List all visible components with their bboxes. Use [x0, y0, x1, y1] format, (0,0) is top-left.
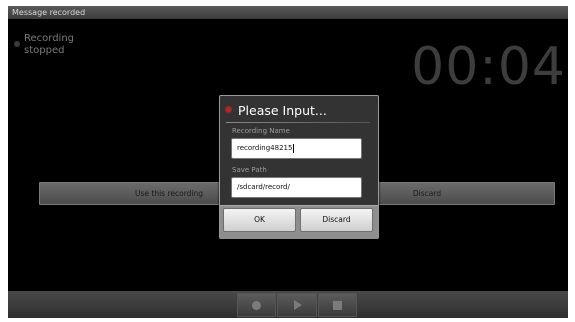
ok-button[interactable]: OK — [223, 208, 296, 232]
input-dialog: Please Input... Recording Name recording… — [219, 95, 379, 239]
save-path-label: Save Path — [232, 166, 267, 174]
recording-status-indicator-icon — [14, 41, 20, 47]
recorder-screen: Message recorded Recording stopped 00:04… — [8, 6, 568, 318]
play-button[interactable] — [277, 293, 317, 317]
recording-name-input[interactable]: recording48215 — [231, 138, 362, 159]
save-path-value: /sdcard/record/ — [237, 183, 290, 191]
text-cursor — [293, 143, 295, 153]
status-bar-title: Message recorded — [12, 8, 86, 17]
playback-controls — [237, 293, 357, 317]
recording-status-text: Recording stopped — [24, 33, 75, 56]
recording-timer: 00:04 — [411, 37, 566, 97]
record-icon — [252, 300, 262, 310]
dialog-divider — [226, 122, 370, 123]
record-button[interactable] — [237, 293, 277, 317]
status-bar: Message recorded — [8, 6, 568, 19]
save-path-input[interactable]: /sdcard/record/ — [231, 177, 362, 198]
recording-name-label: Recording Name — [232, 127, 290, 135]
dialog-title: Please Input... — [238, 103, 327, 118]
play-icon — [293, 300, 302, 310]
stop-icon — [332, 300, 342, 310]
dialog-alert-icon — [226, 107, 231, 112]
stop-button[interactable] — [317, 293, 357, 317]
recording-name-value: recording48215 — [237, 144, 293, 152]
dialog-discard-button[interactable]: Discard — [300, 208, 373, 232]
